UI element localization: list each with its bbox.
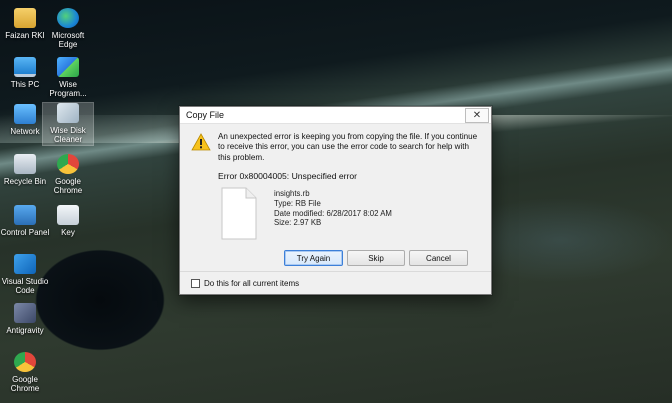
error-code: Error 0x80004005: Unspecified error [218, 170, 358, 181]
antigravity-icon [14, 303, 36, 323]
dialog-title: Copy File [186, 110, 225, 120]
computer-icon [14, 57, 36, 77]
desktop-icon-label: Antigravity [6, 326, 44, 335]
desktop-icon-wise-disk-cleaner[interactable]: Wise Disk Cleaner [42, 102, 94, 146]
desktop-icon-label: Wise Program... [49, 80, 87, 98]
desktop-icon-label: Google Chrome [10, 375, 40, 393]
desktop-icon-key[interactable]: Key [43, 205, 93, 237]
wise-disk-cleaner-icon [57, 103, 79, 123]
desktop-icon-chrome[interactable]: Google Chrome [43, 154, 93, 195]
file-type: Type: RB File [274, 198, 321, 208]
file-date-modified: Date modified: 6/28/2017 8:02 AM [274, 208, 392, 218]
desktop-icon-label: Microsoft Edge [51, 31, 85, 49]
desktop-icon-vscode[interactable]: Visual Studio Code [0, 254, 50, 295]
desktop-icon-label: Visual Studio Code [1, 277, 49, 295]
message-area: An unexpected error is keeping you from … [180, 124, 491, 181]
skip-button[interactable]: Skip [347, 250, 405, 266]
dialog-buttons: Try Again Skip Cancel [284, 250, 468, 266]
close-button[interactable]: ✕ [465, 107, 489, 123]
file-details: insights.rb Type: RB File Date modified:… [218, 186, 392, 241]
edge-icon [57, 8, 79, 28]
dialog-titlebar[interactable]: Copy File ✕ [180, 107, 491, 124]
desktop-icon-chrome-2[interactable]: Google Chrome [0, 352, 50, 393]
copy-file-dialog: Copy File ✕ An unexpected error is keepi… [179, 106, 492, 295]
network-icon [14, 104, 36, 124]
warning-icon [191, 133, 211, 151]
cancel-button[interactable]: Cancel [409, 250, 468, 266]
vscode-icon [14, 254, 36, 274]
file-name: insights.rb [274, 189, 310, 198]
document-icon [57, 205, 79, 225]
control-panel-icon [14, 205, 36, 225]
close-icon: ✕ [472, 109, 482, 121]
file-size: Size: 2.97 KB [274, 218, 322, 228]
desktop-icon-label: Wise Disk Cleaner [50, 126, 86, 144]
chrome-icon [14, 352, 36, 372]
desktop-icon-label: Key [61, 228, 75, 237]
desktop-icon-antigravity[interactable]: Antigravity [0, 303, 50, 335]
apply-to-all-label[interactable]: Do this for all current items [204, 279, 299, 288]
dialog-footer: Do this for all current items [180, 271, 491, 294]
try-again-button[interactable]: Try Again [284, 250, 343, 266]
error-message: An unexpected error is keeping you from … [218, 132, 478, 162]
chrome-icon [57, 154, 79, 174]
desktop-icon-wise-program[interactable]: Wise Program... [43, 57, 93, 98]
file-icon [221, 187, 257, 240]
apply-to-all-checkbox[interactable] [191, 278, 200, 288]
desktop-icon-edge[interactable]: Microsoft Edge [43, 8, 93, 49]
folder-icon [14, 8, 36, 28]
wise-program-uninstaller-icon [57, 57, 79, 77]
recycle-bin-icon [14, 154, 36, 174]
desktop-icon-label: Google Chrome [53, 177, 83, 195]
